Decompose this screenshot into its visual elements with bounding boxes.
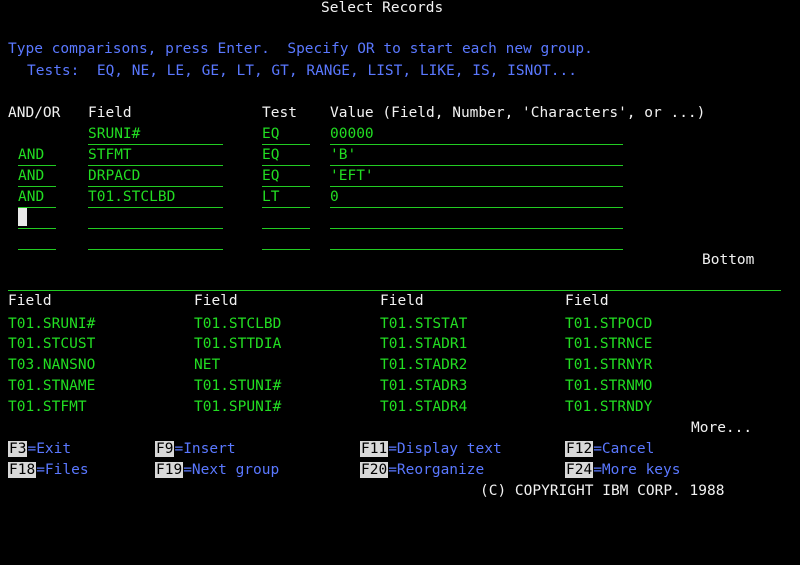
key-label: =Next group — [183, 462, 280, 478]
test-input[interactable]: LT — [262, 187, 310, 208]
field-list-item[interactable]: NET — [194, 355, 220, 376]
key-label: =More keys — [593, 462, 681, 478]
f9-insert-key[interactable]: F9=Insert — [155, 439, 236, 460]
field-input[interactable]: DRPACD — [88, 166, 223, 187]
field-input[interactable]: T01.STCLBD — [88, 187, 223, 208]
value-input[interactable]: 00000 — [330, 124, 623, 145]
test-input[interactable]: EQ — [262, 145, 310, 166]
key-label: =Files — [36, 462, 89, 478]
field-list-item[interactable]: T01.STRNYR — [565, 355, 652, 376]
field-list-row: T03.NANSNO NET T01.STADR2 T01.STRNYR — [0, 355, 800, 376]
field-list-item[interactable]: T01.STRNDY — [565, 397, 652, 418]
andor-input[interactable]: AND — [18, 145, 56, 166]
function-key-row: F3=Exit F9=Insert F11=Display text F12=C… — [0, 439, 800, 460]
field-list-header: Field — [380, 293, 424, 309]
f11-display-text-key[interactable]: F11=Display text — [360, 439, 502, 460]
field-list-item[interactable]: T01.STADR1 — [380, 334, 467, 355]
key-cap: F19 — [155, 462, 184, 478]
value-input[interactable]: 'EFT' — [330, 166, 623, 187]
key-cap: F9 — [155, 441, 175, 457]
criteria-row — [0, 208, 800, 229]
key-cap: F3 — [8, 441, 28, 457]
field-list-row: T01.STFMT T01.SPUNI# T01.STADR4 T01.STRN… — [0, 397, 800, 418]
field-list-item[interactable]: T01.SPUNI# — [194, 397, 281, 418]
andor-input[interactable] — [18, 229, 56, 250]
field-input[interactable]: SRUNI# — [88, 124, 223, 145]
f12-cancel-key[interactable]: F12=Cancel — [565, 439, 654, 460]
key-cap: F12 — [565, 441, 594, 457]
criteria-row: SRUNI# EQ 00000 — [0, 124, 800, 145]
instructions-line-1: Type comparisons, press Enter. Specify O… — [8, 41, 593, 57]
field-list-item[interactable]: T01.STCUST — [8, 334, 95, 355]
andor-input[interactable]: AND — [18, 166, 56, 187]
instructions-tests: Tests: EQ, NE, LE, GE, LT, GT, RANGE, LI… — [27, 63, 577, 79]
value-header: Value (Field, Number, 'Characters', or .… — [330, 105, 706, 121]
function-key-row: F18=Files F19=Next group F20=Reorganize … — [0, 460, 800, 481]
value-input[interactable]: 'B' — [330, 145, 623, 166]
bottom-indicator: Bottom — [702, 252, 755, 268]
copyright-notice: (C) COPYRIGHT IBM CORP. 1988 — [480, 483, 725, 499]
value-input[interactable] — [330, 229, 623, 250]
field-input[interactable]: STFMT — [88, 145, 223, 166]
f20-reorganize-key[interactable]: F20=Reorganize — [360, 460, 484, 481]
andor-input[interactable]: AND — [18, 187, 56, 208]
field-input[interactable] — [88, 229, 223, 250]
value-input[interactable] — [330, 208, 623, 229]
field-list-header: Field — [565, 293, 609, 309]
criteria-row — [0, 229, 800, 250]
field-list-item[interactable]: T01.SRUNI# — [8, 314, 95, 335]
field-header: Field — [88, 105, 132, 121]
andor-header: AND/OR — [8, 105, 61, 121]
screen-title: Select Records — [321, 0, 444, 16]
test-header: Test — [262, 105, 297, 121]
key-label: =Exit — [27, 441, 72, 457]
field-list-row: T01.STNAME T01.STUNI# T01.STADR3 T01.STR… — [0, 376, 800, 397]
field-list-header-row: Field Field Field Field — [0, 291, 800, 312]
field-list-item[interactable]: T01.STRNCE — [565, 334, 652, 355]
field-input[interactable] — [88, 208, 223, 229]
field-list-item[interactable]: T01.STRNMO — [565, 376, 652, 397]
field-list-header: Field — [8, 293, 52, 309]
key-cap: F18 — [8, 462, 37, 478]
test-input[interactable]: EQ — [262, 124, 310, 145]
field-list-item[interactable]: T01.STUNI# — [194, 376, 281, 397]
more-indicator: More... — [691, 420, 753, 436]
field-list-item[interactable]: T01.STTDIA — [194, 334, 281, 355]
field-list-item[interactable]: T01.STPOCD — [565, 314, 652, 335]
key-cap: F11 — [360, 441, 389, 457]
key-cap: F24 — [565, 462, 594, 478]
field-list-item[interactable]: T01.STNAME — [8, 376, 95, 397]
criteria-row: AND DRPACD EQ 'EFT' — [0, 166, 800, 187]
criteria-row: AND STFMT EQ 'B' — [0, 145, 800, 166]
test-input[interactable]: EQ — [262, 166, 310, 187]
key-cap: F20 — [360, 462, 389, 478]
key-label: =Insert — [174, 441, 236, 457]
f19-next-group-key[interactable]: F19=Next group — [155, 460, 279, 481]
field-list-item[interactable]: T01.STADR2 — [380, 355, 467, 376]
key-label: =Cancel — [593, 441, 655, 457]
key-label: =Display text — [388, 441, 502, 457]
value-input[interactable]: 0 — [330, 187, 623, 208]
field-list-row: T01.STCUST T01.STTDIA T01.STADR1 T01.STR… — [0, 334, 800, 355]
criteria-header-row: AND/OR Field Test Value (Field, Number, … — [0, 103, 800, 124]
test-input[interactable] — [262, 229, 310, 250]
text-cursor — [18, 208, 27, 226]
key-label: =Reorganize — [388, 462, 485, 478]
field-list-item[interactable]: T01.STSTAT — [380, 314, 467, 335]
field-list-item[interactable]: T03.NANSNO — [8, 355, 95, 376]
criteria-row: AND T01.STCLBD LT 0 — [0, 187, 800, 208]
f24-more-keys-key[interactable]: F24=More keys — [565, 460, 681, 481]
field-list-row: T01.SRUNI# T01.STCLBD T01.STSTAT T01.STP… — [0, 314, 800, 335]
field-list-item[interactable]: T01.STADR3 — [380, 376, 467, 397]
test-input[interactable] — [262, 208, 310, 229]
f18-files-key[interactable]: F18=Files — [8, 460, 89, 481]
field-list-item[interactable]: T01.STADR4 — [380, 397, 467, 418]
field-list-item[interactable]: T01.STCLBD — [194, 314, 281, 335]
f3-exit-key[interactable]: F3=Exit — [8, 439, 71, 460]
field-list-header: Field — [194, 293, 238, 309]
field-list-item[interactable]: T01.STFMT — [8, 397, 87, 418]
